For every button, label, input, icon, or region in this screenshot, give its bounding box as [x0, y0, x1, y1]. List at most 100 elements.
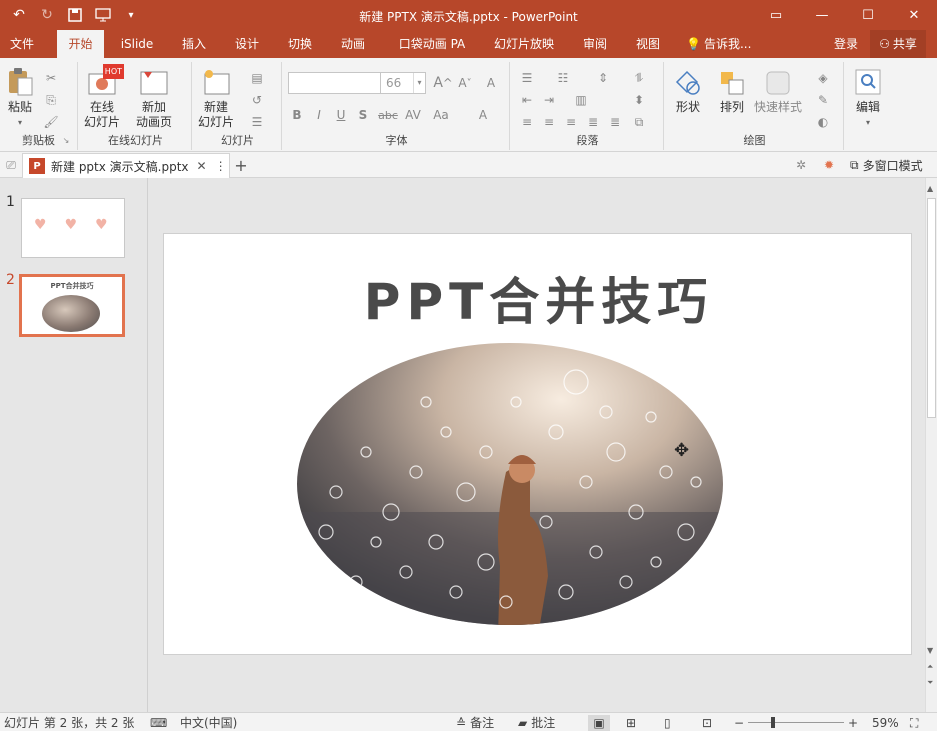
align-center-icon[interactable]: ≡: [540, 114, 558, 130]
ribbon-display-icon[interactable]: ▭: [753, 0, 799, 30]
slide-thumbnail-1[interactable]: ♥ ♥ ♥: [21, 198, 125, 258]
tab-islide[interactable]: iSlide: [114, 30, 160, 58]
new-tab-icon[interactable]: +: [232, 156, 250, 175]
format-painter-icon[interactable]: 🖌: [42, 114, 60, 130]
align-right-icon[interactable]: ≡: [562, 114, 580, 130]
align-text-icon[interactable]: ⬍: [630, 92, 648, 108]
grow-font-icon[interactable]: A ^: [433, 75, 452, 91]
char-spacing-icon[interactable]: AV: [404, 107, 422, 123]
underline-icon[interactable]: U: [332, 107, 350, 123]
close-button[interactable]: ✕: [891, 0, 937, 30]
zoom-slider-thumb[interactable]: [771, 717, 775, 728]
share-button[interactable]: ⚇ 共享: [870, 30, 926, 58]
tab-animations[interactable]: 动画: [331, 30, 375, 58]
dialog-launcher-icon[interactable]: ↘: [57, 132, 75, 148]
zoom-slider[interactable]: [748, 722, 844, 723]
italic-icon[interactable]: I: [310, 107, 328, 123]
increase-indent-icon[interactable]: ⇥: [540, 92, 558, 108]
paste-button[interactable]: 粘贴 ▾: [4, 66, 36, 130]
scroll-up-icon[interactable]: ▲: [927, 184, 933, 193]
maximize-button[interactable]: ☐: [845, 0, 891, 30]
columns-icon[interactable]: ▥: [572, 92, 590, 108]
find-icon: [852, 66, 884, 98]
cut-icon[interactable]: ✂: [42, 70, 60, 86]
font-color-icon[interactable]: A: [474, 107, 492, 123]
notes-button[interactable]: ≙ 备注: [456, 715, 494, 731]
language[interactable]: 中文(中国): [180, 715, 237, 731]
scroll-thumb[interactable]: [927, 198, 936, 418]
document-tab[interactable]: P 新建 pptx 演示文稿.pptx ✕ ⋮: [22, 153, 230, 178]
zoom-in-icon[interactable]: +: [848, 715, 858, 731]
online-slides-button[interactable]: HOT 在线 幻灯片: [84, 64, 124, 130]
numbering-icon[interactable]: ☷: [554, 70, 572, 86]
distribute-icon[interactable]: ≣: [606, 114, 624, 130]
new-slide-button[interactable]: 新建 幻灯片: [198, 66, 234, 130]
tab-review[interactable]: 审阅: [573, 30, 617, 58]
comments-button[interactable]: ▰ 批注: [518, 715, 555, 731]
new-animation-page-button[interactable]: 新加 动画页: [136, 66, 172, 130]
shape-outline-icon[interactable]: ✎: [814, 92, 832, 108]
tab-transitions[interactable]: 切换: [278, 30, 322, 58]
minimize-button[interactable]: —: [799, 0, 845, 30]
slide-title[interactable]: PPT合并技巧: [164, 262, 913, 334]
zoom-out-icon[interactable]: −: [734, 715, 744, 731]
tell-me-search[interactable]: 💡 告诉我...: [686, 30, 758, 58]
slide-sorter-icon[interactable]: ⊞: [626, 715, 636, 731]
online-slides-icon: HOT: [86, 64, 124, 98]
shadow-icon[interactable]: S: [354, 107, 372, 123]
tab-slideshow[interactable]: 幻灯片放映: [487, 30, 561, 58]
change-case-icon[interactable]: Aa: [432, 107, 450, 123]
tab-design[interactable]: 设计: [225, 30, 269, 58]
settings-icon[interactable]: ✹: [820, 157, 838, 173]
reading-view-icon[interactable]: ▯: [664, 715, 671, 731]
normal-view-icon[interactable]: ▣: [588, 715, 610, 731]
multi-window-button[interactable]: ⧉ 多窗口模式: [850, 157, 923, 174]
slideshow-icon[interactable]: ⊡: [702, 715, 712, 731]
pin-icon[interactable]: ✲: [792, 157, 810, 173]
edit-button[interactable]: 编辑 ▾: [852, 66, 884, 130]
strikethrough-icon[interactable]: abc: [376, 107, 400, 123]
shrink-font-icon[interactable]: A ˅: [456, 75, 474, 91]
tab-home[interactable]: 开始: [57, 30, 104, 58]
line-spacing-icon[interactable]: ⇕: [594, 70, 612, 86]
tab-pocket-animation[interactable]: 口袋动画 PA: [388, 30, 476, 58]
font-name-input[interactable]: [288, 72, 382, 94]
lightbulb-icon: 💡: [686, 37, 701, 51]
next-slide-icon[interactable]: ⏷: [927, 678, 933, 688]
tab-file[interactable]: 文件: [0, 30, 44, 58]
spellcheck-icon[interactable]: ⌨: [150, 715, 167, 731]
close-tab-icon[interactable]: ✕: [197, 159, 207, 173]
tab-view[interactable]: 视图: [626, 30, 670, 58]
clear-format-icon[interactable]: A: [482, 75, 500, 91]
shape-fill-icon[interactable]: ◈: [814, 70, 832, 86]
tab-insert[interactable]: 插入: [172, 30, 216, 58]
reset-icon[interactable]: ↺: [248, 92, 266, 108]
slide-canvas[interactable]: PPT合并技巧 ✥: [163, 233, 912, 655]
slide-thumbnail-2[interactable]: PPT合并技巧: [19, 274, 125, 337]
bold-icon[interactable]: B: [288, 107, 306, 123]
font-size-input[interactable]: 66 ▾: [380, 72, 426, 94]
quick-styles-button[interactable]: 快速样式: [754, 66, 802, 115]
section-icon[interactable]: ☰: [248, 114, 266, 130]
decrease-indent-icon[interactable]: ⇤: [518, 92, 536, 108]
tab-menu-icon[interactable]: ⋮: [215, 159, 227, 173]
smartart-icon[interactable]: ⧉: [630, 114, 648, 130]
shape-effects-icon[interactable]: ◐: [814, 114, 832, 130]
arrange-button[interactable]: 排列: [716, 66, 748, 115]
bullets-icon[interactable]: ☰: [518, 70, 536, 86]
prev-slide-icon[interactable]: ⏶: [927, 662, 933, 672]
windows-icon: ⧉: [850, 158, 859, 172]
text-direction-icon[interactable]: ⥮: [630, 70, 648, 86]
shapes-button[interactable]: 形状: [672, 66, 704, 115]
zoom-level[interactable]: 59%: [872, 715, 899, 731]
login-link[interactable]: 登录: [826, 30, 866, 58]
copy-icon[interactable]: ⎘: [42, 92, 60, 108]
scroll-down-icon[interactable]: ▼: [927, 646, 933, 655]
tab-history-icon[interactable]: ⎚: [2, 157, 20, 173]
vertical-scrollbar[interactable]: ▲ ▼ ⏶ ⏷: [925, 178, 937, 712]
align-left-icon[interactable]: ≡: [518, 114, 536, 130]
fit-to-window-icon[interactable]: ⛶: [910, 715, 918, 731]
bubble-photo-ellipse[interactable]: [296, 342, 724, 626]
justify-icon[interactable]: ≣: [584, 114, 602, 130]
layout-icon[interactable]: ▤: [248, 70, 266, 86]
